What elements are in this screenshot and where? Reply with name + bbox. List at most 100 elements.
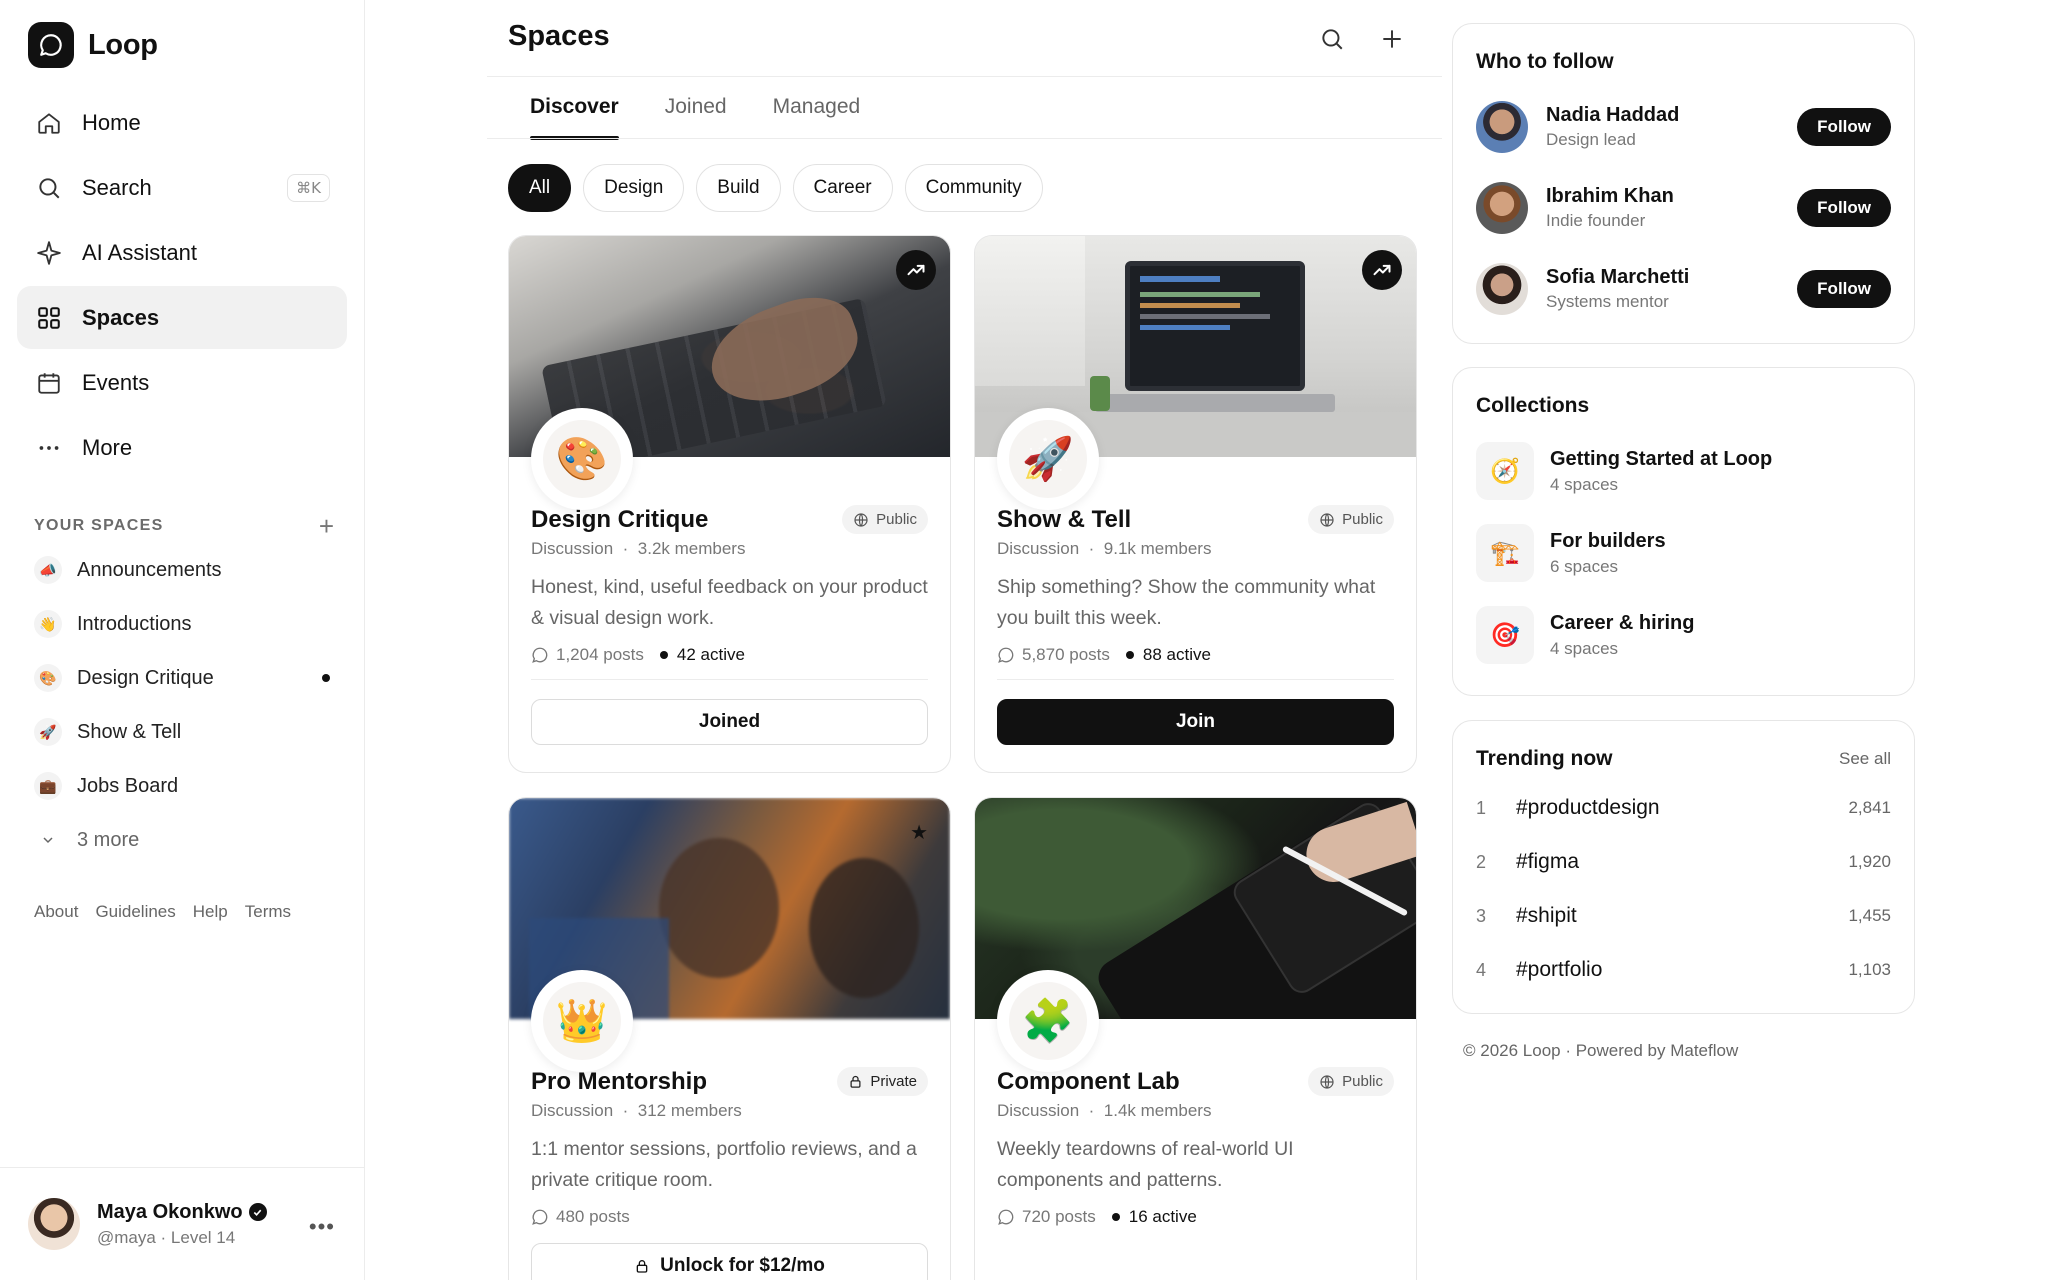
trend-count: 1,455	[1848, 906, 1891, 925]
space-type: Discussion	[531, 539, 614, 558]
follow-suggestion: Nadia Haddad Design lead Follow	[1476, 86, 1891, 167]
search-icon	[34, 173, 64, 203]
collection-name: For builders	[1550, 529, 1666, 552]
joined-button[interactable]: Joined	[531, 699, 928, 745]
panel-title: Trending now	[1476, 747, 1613, 770]
space-label: Announcements	[77, 558, 222, 581]
member-count: 9.1k members	[1103, 539, 1212, 558]
visibility-label: Public	[876, 511, 917, 528]
active-count: 16 active	[1128, 1207, 1197, 1226]
person-name[interactable]: Nadia Haddad	[1546, 104, 1679, 127]
tab-joined[interactable]: Joined	[665, 76, 727, 138]
trending-item[interactable]: 1 #productdesign 2,841	[1476, 781, 1891, 835]
filter-chip-community[interactable]: Community	[904, 164, 1043, 212]
nav-item-spaces[interactable]: Spaces	[17, 286, 347, 349]
unlock-label: Unlock for $12/mo	[660, 1255, 825, 1276]
visibility-badge: Private	[837, 1067, 928, 1096]
app-logo[interactable]: Loop	[28, 22, 158, 68]
filter-chip-build[interactable]: Build	[696, 164, 781, 212]
trend-tag: #productdesign	[1516, 796, 1660, 819]
user-profile[interactable]: Maya Okonkwo @maya · Level 14 •••	[0, 1167, 365, 1280]
space-card-show-and-tell[interactable]: 🚀 Show & Tell Public Discussion · 9.1k m…	[974, 235, 1417, 773]
visibility-badge: Public	[842, 505, 928, 534]
nav-item-home[interactable]: Home	[17, 91, 347, 154]
avatar[interactable]	[1476, 100, 1528, 153]
space-title: Component Lab	[997, 1067, 1180, 1095]
tab-managed[interactable]: Managed	[773, 76, 861, 138]
lock-icon	[850, 1075, 861, 1088]
see-all-link[interactable]: See all	[1839, 749, 1891, 769]
tab-discover[interactable]: Discover	[530, 76, 619, 140]
filter-chip-design[interactable]: Design	[583, 164, 685, 212]
space-item-introductions[interactable]: 👋 Introductions	[34, 597, 334, 651]
visibility-badge: Public	[1308, 1067, 1394, 1096]
join-button[interactable]: Join	[997, 699, 1394, 745]
member-count: 312 members	[637, 1101, 742, 1120]
collection-item[interactable]: 🧭 Getting Started at Loop 4 spaces	[1476, 430, 1891, 512]
megaphone-icon: 📣	[34, 556, 62, 584]
trend-rank: 3	[1476, 905, 1487, 926]
space-card-component-lab[interactable]: 🧩 Component Lab Public Discussion · 1.4k…	[974, 797, 1417, 1280]
follow-suggestion: Ibrahim Khan Indie founder Follow	[1476, 167, 1891, 248]
avatar[interactable]	[1476, 181, 1528, 234]
trending-icon	[896, 250, 936, 290]
nav-item-more[interactable]: More	[17, 416, 347, 479]
collection-item[interactable]: 🎯 Career & hiring 4 spaces	[1476, 594, 1891, 676]
show-more-spaces[interactable]: 3 more	[34, 813, 334, 867]
page-title: Spaces	[508, 20, 610, 52]
footer-link-about[interactable]: About	[34, 902, 78, 922]
your-spaces-title: YOUR SPACES	[34, 517, 164, 534]
member-count: 1.4k members	[1103, 1101, 1212, 1120]
target-icon: 🎯	[1476, 606, 1534, 664]
footer-link-help[interactable]: Help	[193, 902, 228, 922]
nav-label: AI Assistant	[82, 239, 197, 265]
search-icon[interactable]	[1317, 24, 1347, 54]
filter-chip-career[interactable]: Career	[792, 164, 893, 212]
follow-button[interactable]: Follow	[1797, 269, 1891, 308]
follow-button[interactable]: Follow	[1797, 107, 1891, 146]
collections-panel: Collections 🧭 Getting Started at Loop 4 …	[1452, 367, 1915, 696]
plus-icon[interactable]	[1377, 24, 1407, 54]
nav-item-search[interactable]: Search ⌘K	[17, 156, 347, 219]
person-name[interactable]: Ibrahim Khan	[1546, 185, 1674, 208]
trending-item[interactable]: 2 #figma 1,920	[1476, 835, 1891, 889]
footer-link-terms[interactable]: Terms	[245, 902, 291, 922]
avatar[interactable]	[1476, 262, 1528, 315]
panel-title: Who to follow	[1476, 50, 1614, 73]
unlock-button[interactable]: Unlock for $12/mo	[531, 1243, 928, 1280]
sparkle-icon	[34, 238, 64, 268]
space-label: Show & Tell	[77, 720, 182, 743]
space-item-design-critique[interactable]: 🎨 Design Critique	[34, 651, 334, 705]
user-handle: @maya · Level 14	[97, 1227, 236, 1247]
nav-item-events[interactable]: Events	[17, 351, 347, 414]
main-nav: Home Search ⌘K AI Assistant Spaces Event…	[17, 91, 347, 481]
trending-item[interactable]: 4 #portfolio 1,103	[1476, 943, 1891, 997]
nav-label: Events	[82, 369, 150, 395]
space-item-announcements[interactable]: 📣 Announcements	[34, 543, 334, 597]
chevron-down-icon	[34, 832, 62, 848]
wave-icon: 👋	[34, 610, 62, 638]
main-content: Spaces Discover Joined Managed All Desig…	[487, 0, 1442, 1280]
your-spaces-list: 📣 Announcements 👋 Introductions 🎨 Design…	[34, 543, 334, 867]
space-card-pro-mentorship[interactable]: ★ 👑 Pro Mentorship Private Discussion · …	[508, 797, 951, 1280]
home-icon	[34, 108, 64, 138]
copyright: © 2026 Loop · Powered by Mateflow	[1463, 1041, 1739, 1060]
post-count: 720 posts	[1022, 1207, 1096, 1226]
follow-button[interactable]: Follow	[1797, 188, 1891, 227]
footer-link-guidelines[interactable]: Guidelines	[95, 902, 175, 922]
space-avatar: 👑	[531, 970, 633, 1072]
collection-item[interactable]: 🏗️ For builders 6 spaces	[1476, 512, 1891, 594]
person-name[interactable]: Sofia Marchetti	[1546, 266, 1689, 289]
space-card-design-critique[interactable]: 🎨 Design Critique Public Discussion · 3.…	[508, 235, 951, 773]
space-item-jobs-board[interactable]: 💼 Jobs Board	[34, 759, 334, 813]
space-item-show-and-tell[interactable]: 🚀 Show & Tell	[34, 705, 334, 759]
divider	[531, 679, 928, 680]
rocket-icon: 🚀	[34, 718, 62, 746]
more-icon	[34, 433, 64, 463]
filter-chip-all[interactable]: All	[508, 164, 572, 212]
trending-item[interactable]: 3 #shipit 1,455	[1476, 889, 1891, 943]
more-icon[interactable]: •••	[309, 1214, 335, 1240]
trend-count: 2,841	[1848, 798, 1891, 817]
nav-item-ai-assistant[interactable]: AI Assistant	[17, 221, 347, 284]
add-space-icon[interactable]: +	[319, 513, 334, 539]
